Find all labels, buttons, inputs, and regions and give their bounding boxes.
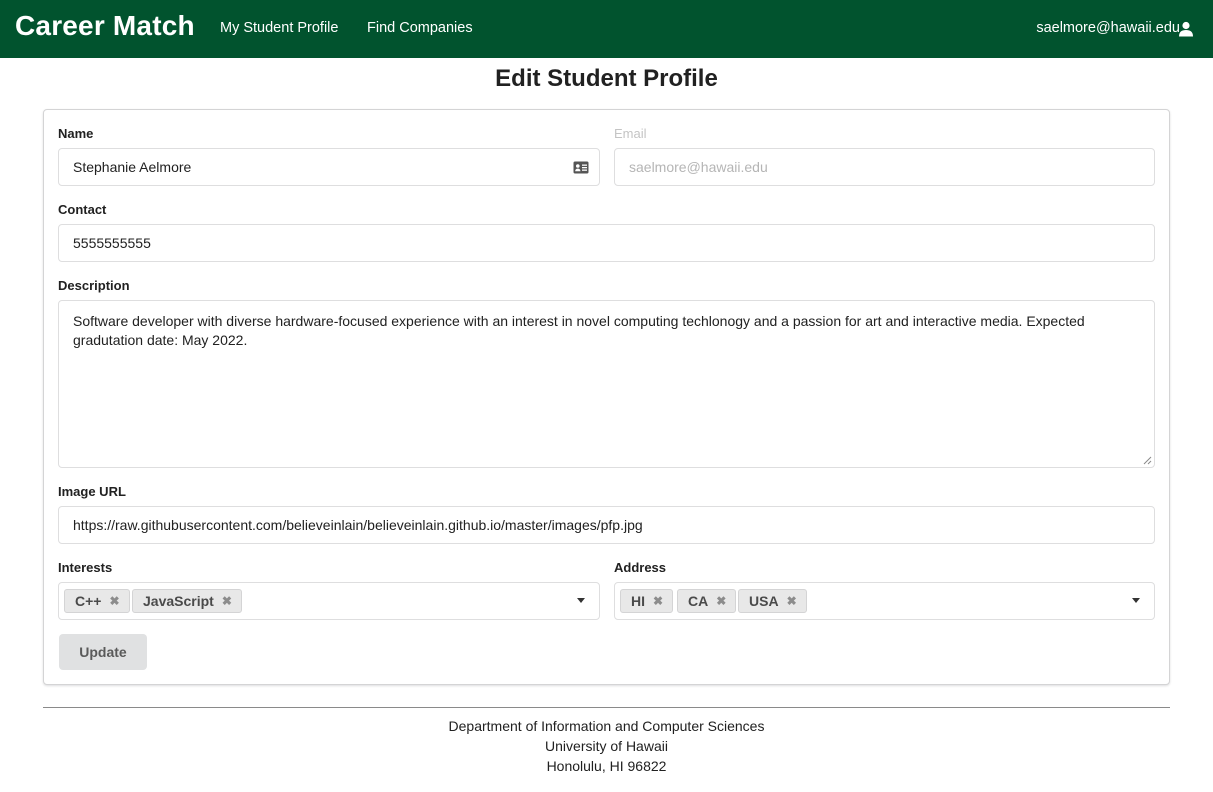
email-input-value: saelmore@hawaii.edu [629,159,768,175]
footer-address: Honolulu, HI 96822 [546,758,667,774]
email-label: Email [614,126,647,141]
address-tag-label: USA [749,593,779,609]
dropdown-arrow-icon[interactable] [577,598,585,603]
contact-input-value: 5555555555 [73,235,151,251]
top-navbar: Career Match My Student Profile Find Com… [0,0,1213,58]
image-url-input-value: https://raw.githubusercontent.com/believ… [73,517,643,533]
user-menu-email[interactable]: saelmore@hawaii.edu [1036,20,1180,36]
contact-label: Contact [58,202,107,217]
dropdown-arrow-icon[interactable] [1132,598,1140,603]
address-multiselect[interactable]: HI ✖ CA ✖ USA ✖ [614,582,1155,620]
address-tag-usa: USA ✖ [738,589,807,613]
user-icon[interactable] [1178,21,1194,37]
interest-tag-javascript: JavaScript ✖ [132,589,242,613]
address-tag-ca: CA ✖ [677,589,737,613]
brand-logo-link[interactable]: Career Match [15,10,195,42]
remove-tag-icon[interactable]: ✖ [716,594,726,608]
profile-form-card: Name Stephanie Aelmore Email saelmore@ha… [43,109,1170,685]
footer-university: University of Hawaii [545,738,668,754]
id-card-icon [563,149,599,185]
address-label: Address [614,560,667,575]
interests-label: Interests [58,560,113,575]
description-textarea-value: Software developer with diverse hardware… [73,313,1085,348]
name-input[interactable]: Stephanie Aelmore [58,148,600,186]
address-tag-label: CA [688,593,709,609]
address-tag-hi: HI ✖ [620,589,674,613]
image-url-input[interactable]: https://raw.githubusercontent.com/believ… [58,506,1155,544]
description-textarea[interactable]: Software developer with diverse hardware… [58,300,1155,468]
update-button[interactable]: Update [59,634,147,670]
nav-find-companies[interactable]: Find Companies [367,20,473,36]
resize-handle-icon[interactable] [1142,455,1152,465]
image-url-label: Image URL [58,484,126,499]
page-title: Edit Student Profile [495,65,718,92]
footer-department: Department of Information and Computer S… [448,718,765,734]
address-tag-label: HI [631,593,645,609]
nav-my-student-profile[interactable]: My Student Profile [220,20,338,36]
name-label: Name [58,126,94,141]
contact-input[interactable]: 5555555555 [58,224,1155,262]
remove-tag-icon[interactable]: ✖ [653,594,663,608]
interest-tag-cpp: C++ ✖ [64,589,130,613]
name-input-value: Stephanie Aelmore [73,159,192,175]
interests-multiselect[interactable]: C++ ✖ JavaScript ✖ [58,582,600,620]
description-label: Description [58,278,130,293]
remove-tag-icon[interactable]: ✖ [222,594,232,608]
interest-tag-label: C++ [75,593,102,609]
footer-divider [43,707,1170,708]
remove-tag-icon[interactable]: ✖ [787,594,797,608]
email-input-disabled: saelmore@hawaii.edu [614,148,1155,186]
interest-tag-label: JavaScript [143,593,214,609]
remove-tag-icon[interactable]: ✖ [109,594,119,608]
